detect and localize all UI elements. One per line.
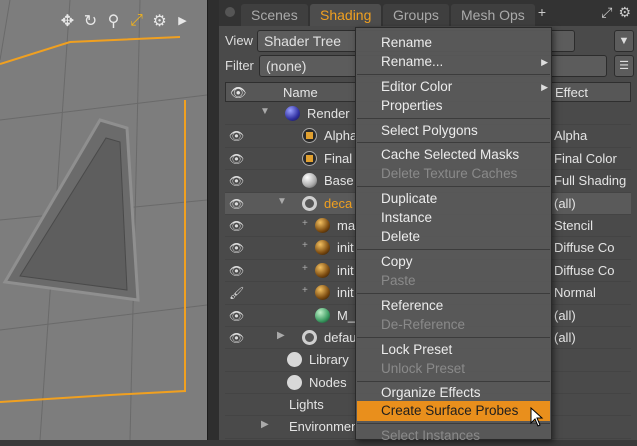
panel-divider[interactable]: [207, 0, 219, 440]
menu-rename-more[interactable]: Rename... ▶: [357, 52, 550, 72]
menu-separator: [357, 186, 550, 187]
viewport-toolbar: ✥ ↻ ⚲ ⤢ ⚙ ▶: [58, 11, 192, 30]
image-output-icon: [302, 150, 317, 166]
material-ball-icon: [315, 307, 330, 323]
menu-unlock-preset: Unlock Preset: [381, 361, 466, 376]
effect-column-header[interactable]: Effect: [555, 85, 588, 100]
mouse-cursor-icon: [530, 407, 544, 427]
menu-paste: Paste: [381, 273, 416, 288]
menu-separator: [357, 423, 550, 424]
menu-organize-effects[interactable]: Organize Effects: [357, 383, 550, 403]
move-icon[interactable]: ✥: [58, 11, 77, 30]
expand-icon[interactable]: ⤢: [601, 4, 612, 21]
menu-instance[interactable]: Instance: [357, 208, 550, 228]
texture-ball-icon: [315, 240, 330, 256]
add-tab-icon[interactable]: +: [538, 4, 546, 20]
folder-icon: [287, 374, 302, 390]
filter-icon[interactable]: ▼: [614, 30, 634, 52]
menu-separator: [357, 381, 550, 382]
brush-icon[interactable]: 🖌: [229, 286, 245, 300]
gear-icon[interactable]: ⚙: [150, 11, 169, 30]
menu-de-reference: De-Reference: [381, 317, 466, 332]
tab-scenes[interactable]: Scenes: [241, 4, 308, 26]
tab-mesh-ops[interactable]: Mesh Ops: [451, 4, 535, 26]
menu-separator: [357, 118, 550, 119]
menu-delete-texture-caches: Delete Texture Caches: [381, 166, 518, 181]
menu-select-instances: Select Instances: [381, 428, 481, 443]
texture-ball-icon: [315, 217, 330, 233]
menu-copy[interactable]: Copy: [357, 252, 550, 272]
eye-icon[interactable]: 👁: [229, 197, 245, 211]
gear-icon[interactable]: ⚙: [618, 4, 631, 21]
menu-separator: [357, 74, 550, 75]
menu-properties[interactable]: Properties: [357, 96, 550, 116]
eye-icon[interactable]: 👁: [229, 174, 245, 188]
filter-label: Filter: [225, 58, 254, 73]
menu-separator: [357, 337, 550, 338]
material-group-icon: [302, 195, 317, 211]
render-icon: [285, 106, 300, 121]
menu-separator: [357, 142, 550, 143]
folder-icon: [287, 352, 302, 368]
texture-ball-icon: [315, 262, 330, 278]
shader-ball-icon: [302, 173, 317, 189]
eye-icon[interactable]: 👁: [229, 129, 245, 143]
menu-duplicate[interactable]: Duplicate: [357, 189, 550, 209]
menu-separator: [357, 249, 550, 250]
submenu-arrow-icon: ▶: [541, 57, 548, 67]
texture-ball-icon: [315, 285, 330, 301]
eye-icon[interactable]: 👁: [229, 241, 245, 255]
tab-bar: Scenes Shading Groups Mesh Ops + ⤢ ⚙: [219, 0, 637, 26]
list-icon[interactable]: ☰: [614, 55, 634, 77]
menu-create-surface-probes[interactable]: Create Surface Probes: [357, 401, 550, 421]
fit-icon[interactable]: ⤢: [127, 11, 146, 30]
menu-separator: [357, 293, 550, 294]
menu-reference[interactable]: Reference: [357, 296, 550, 316]
submenu-arrow-icon: ▶: [541, 82, 548, 92]
menu-editor-color[interactable]: Editor Color ▶: [357, 77, 550, 97]
context-menu: Rename Rename... ▶ Editor Color ▶ Properti…: [355, 27, 552, 443]
menu-rename[interactable]: Rename: [357, 33, 550, 53]
tab-shading[interactable]: Shading: [310, 4, 382, 26]
eye-icon[interactable]: 👁: [229, 331, 245, 345]
eye-icon[interactable]: 👁: [229, 152, 245, 166]
tab-menu-icon[interactable]: [225, 7, 235, 17]
material-group-icon: [302, 329, 317, 345]
more-icon[interactable]: ▶: [173, 11, 192, 30]
menu-cache-selected-masks[interactable]: Cache Selected Masks: [357, 145, 550, 165]
visibility-column-icon: 👁: [230, 85, 247, 100]
view-label: View: [225, 33, 253, 48]
viewport-grid: [0, 0, 207, 440]
zoom-icon[interactable]: ⚲: [104, 11, 123, 30]
menu-select-polygons[interactable]: Select Polygons: [357, 121, 550, 141]
tab-groups[interactable]: Groups: [383, 4, 449, 26]
eye-icon[interactable]: 👁: [229, 264, 245, 278]
rotate-icon[interactable]: ↻: [81, 11, 100, 30]
menu-lock-preset[interactable]: Lock Preset: [357, 340, 550, 360]
eye-icon[interactable]: 👁: [229, 309, 245, 323]
eye-icon[interactable]: 👁: [229, 219, 245, 233]
tabbar-icons: + ⤢ ⚙: [538, 4, 631, 21]
menu-delete[interactable]: Delete: [357, 227, 550, 247]
image-output-icon: [302, 128, 317, 144]
name-column-header[interactable]: Name: [283, 85, 318, 100]
3d-viewport[interactable]: ✥ ↻ ⚲ ⤢ ⚙ ▶: [0, 0, 207, 440]
